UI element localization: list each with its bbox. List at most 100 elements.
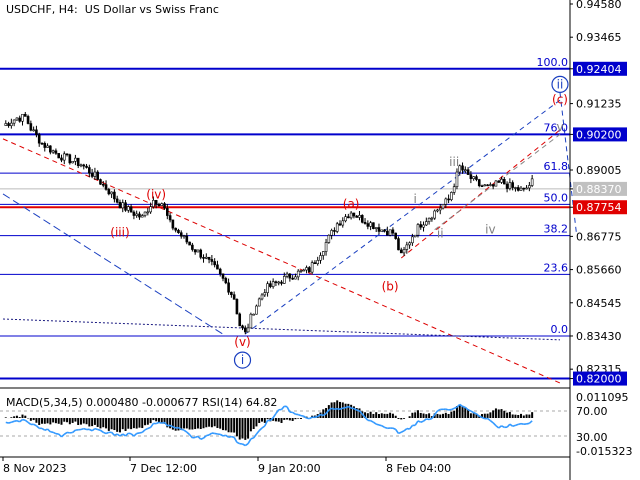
candle-body <box>202 257 205 259</box>
rsi-line-segment <box>97 428 101 432</box>
rsi-line-segment <box>451 407 455 411</box>
candle-body <box>494 180 498 187</box>
rsi-line-segment <box>16 419 20 423</box>
candle-body <box>168 215 172 221</box>
candle-body <box>528 185 531 189</box>
candle-body <box>316 260 320 265</box>
rsi-line-segment <box>453 406 458 410</box>
candle-body <box>263 292 267 296</box>
rsi-line-segment <box>518 422 522 426</box>
wave-label: v <box>556 120 563 134</box>
macd-axis-label: -0.015323 <box>576 445 632 458</box>
time-tick-label: 7 Dec 12:00 <box>130 462 197 475</box>
candle-body <box>163 203 166 209</box>
candle-body <box>227 282 230 293</box>
candle-body <box>480 185 484 188</box>
rsi-line-segment <box>180 428 185 431</box>
candle-body <box>308 267 311 273</box>
rsi-line-segment <box>128 432 132 435</box>
candle-body <box>79 164 83 167</box>
fib-label: 50.0 <box>544 191 569 204</box>
candle-body <box>327 234 331 243</box>
rsi-line-segment <box>345 405 349 409</box>
candle-body <box>402 249 406 254</box>
price-tick-label: 0.88370 <box>576 183 622 196</box>
wave-label: (a) <box>343 197 360 211</box>
candle-body <box>230 291 233 295</box>
candle-body <box>386 230 389 236</box>
candle-body <box>447 198 450 201</box>
candle-body <box>196 249 200 253</box>
candle-body <box>49 145 52 153</box>
rsi-line-segment <box>297 413 302 417</box>
price-tick-label: 0.92404 <box>576 63 622 76</box>
price-tick-label: 0.93465 <box>576 31 622 44</box>
candle-body <box>193 249 197 253</box>
candle-body <box>374 227 378 229</box>
rsi-line-segment <box>200 437 204 440</box>
candle-body <box>444 198 448 205</box>
price-tick-label: 0.82000 <box>576 373 622 386</box>
candle-body <box>185 235 189 243</box>
rsi-line-segment <box>94 427 98 431</box>
candle-body <box>146 211 150 214</box>
rsi-line-segment <box>158 421 163 425</box>
rsi-line-segment <box>22 418 26 422</box>
candle-body <box>255 305 258 315</box>
candle-body <box>405 244 409 250</box>
rsi-line-segment <box>384 426 388 430</box>
candle-body <box>349 212 353 219</box>
candle-body <box>296 270 300 278</box>
candle-body <box>68 154 72 164</box>
candle-body <box>299 270 303 272</box>
candle-body <box>4 123 8 126</box>
candle-body <box>511 182 514 188</box>
candle-body <box>372 222 375 229</box>
candle-body <box>188 241 191 246</box>
candle-body <box>21 113 24 122</box>
candle-body <box>216 264 219 270</box>
candle-body <box>530 178 534 186</box>
candle-body <box>271 281 275 287</box>
rsi-line-segment <box>206 434 210 437</box>
rsi-line-segment <box>314 415 318 419</box>
candle-body <box>310 262 314 273</box>
candle-body <box>508 182 512 189</box>
candle-body <box>76 157 80 166</box>
candle-body <box>363 221 367 224</box>
candle-body <box>313 262 317 265</box>
candle-body <box>469 174 473 179</box>
symbol-description: US Dollar vs Swiss Franc <box>84 3 219 16</box>
fib-label: 61.8 <box>544 160 569 173</box>
candle-body <box>430 217 434 220</box>
candle-body <box>433 210 436 219</box>
candle-body <box>394 232 397 239</box>
rsi-line-segment <box>147 426 151 430</box>
rsi-line-segment <box>214 432 218 435</box>
price-tick-label: 0.83430 <box>576 330 622 343</box>
candle-body <box>338 223 342 226</box>
candle-body <box>441 204 445 209</box>
wave-label: (c) <box>552 93 568 107</box>
candle-body <box>35 129 38 135</box>
macd-axis-label: 30.00 <box>576 431 608 444</box>
rsi-line-segment <box>331 407 335 411</box>
candle-body <box>319 255 322 261</box>
rsi-line-segment <box>526 422 530 425</box>
candle-body <box>397 238 400 251</box>
candle-body <box>427 217 431 222</box>
wave-label: (iii) <box>110 226 129 240</box>
candle-body <box>113 191 116 200</box>
candle-body <box>285 273 289 277</box>
rsi-line-segment <box>350 407 355 410</box>
candle-body <box>475 176 478 180</box>
candle-body <box>40 142 44 145</box>
price-tick-label: 0.89005 <box>576 164 622 177</box>
candle-body <box>288 273 292 279</box>
candle-body <box>391 229 395 234</box>
candle-body <box>335 223 339 232</box>
candle-body <box>388 229 392 236</box>
candle-body <box>352 212 356 217</box>
candle-body <box>408 242 411 246</box>
candle-body <box>37 134 41 144</box>
